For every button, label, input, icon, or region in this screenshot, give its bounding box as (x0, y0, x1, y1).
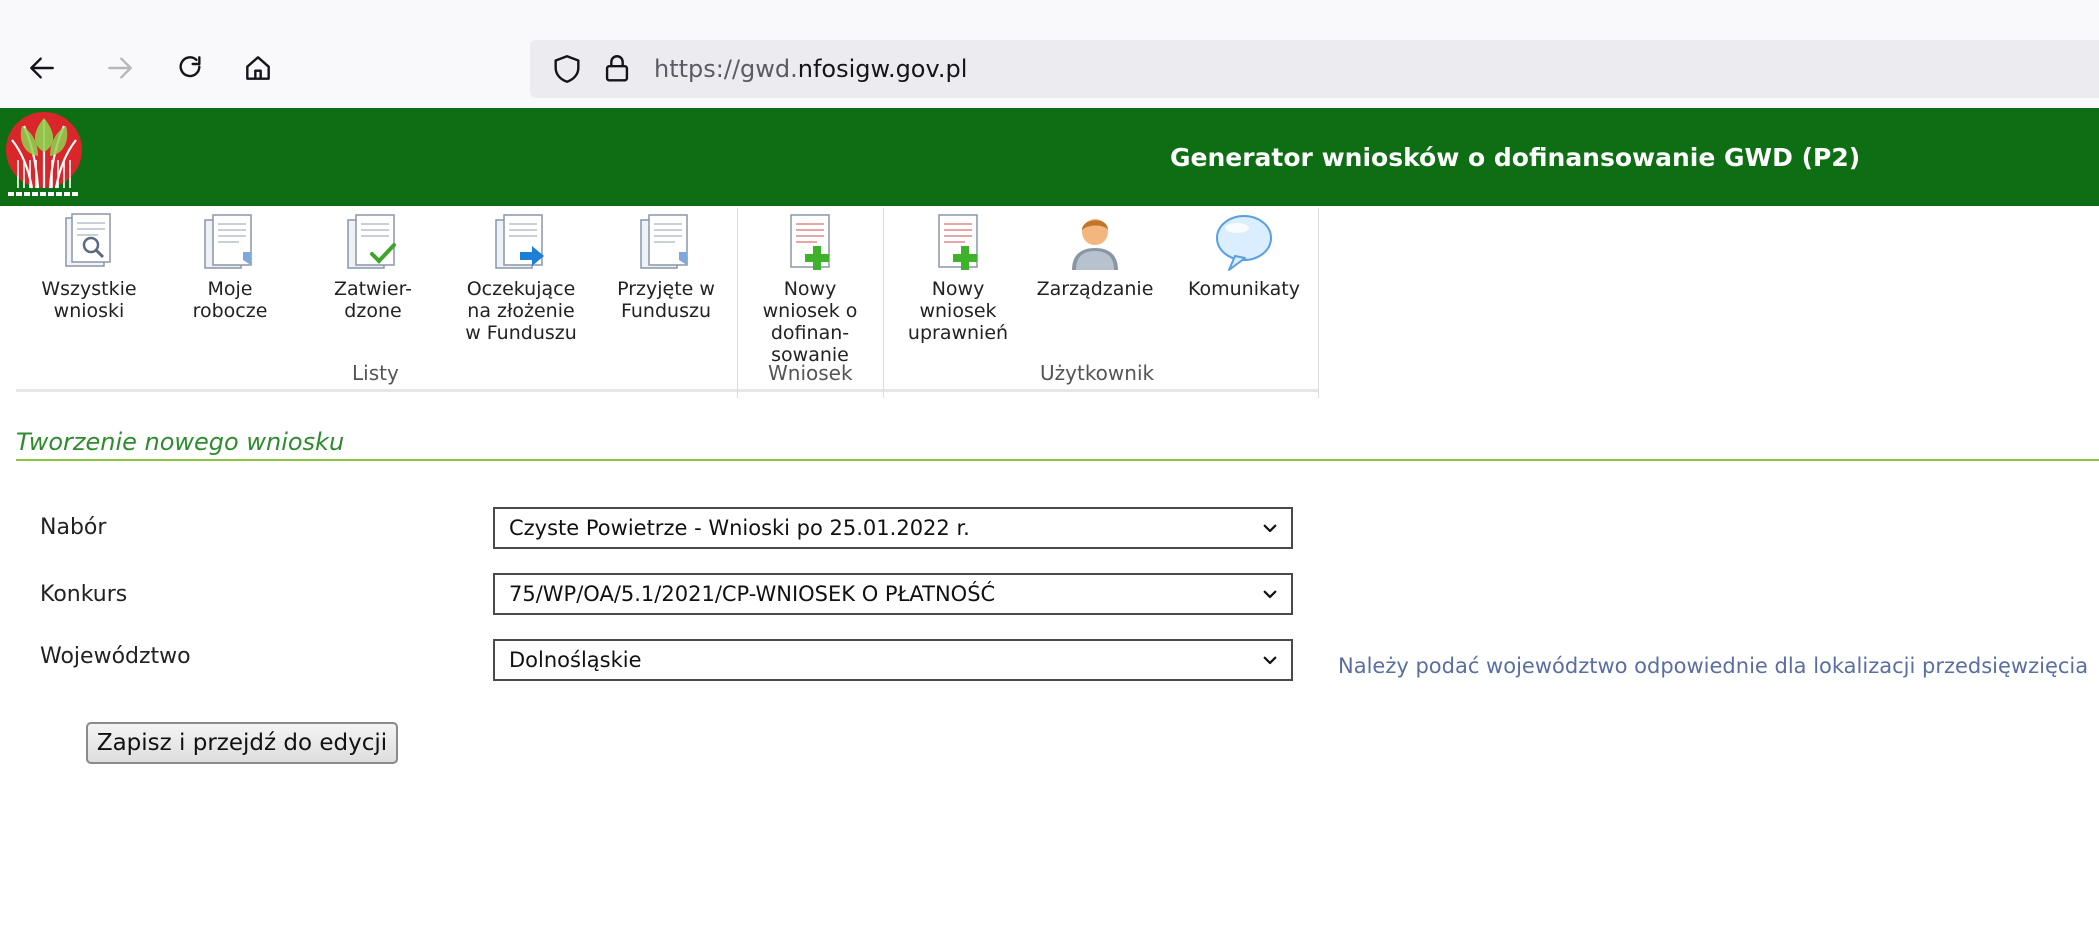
ribbon-group-label: Użytkownik (1040, 361, 1155, 385)
document-check-icon (347, 214, 396, 269)
document-stack-icon (640, 214, 688, 269)
app-title: Generator wniosków o dofinansowanie GWD … (1170, 143, 1861, 172)
lock-icon[interactable] (600, 52, 634, 86)
ribbon-item-wszystkie-wnioski[interactable]: Wszystkie wnioski (32, 212, 146, 322)
url-domain: nfosigw.gov.pl (797, 55, 968, 83)
ribbon-group-separator (883, 208, 884, 398)
ribbon-item-zarzadzanie[interactable]: Zarządzanie (1030, 212, 1160, 300)
document-search-icon (65, 213, 111, 267)
url-subdomain: gwd. (740, 55, 798, 83)
field-label-konkurs: Konkurs (40, 582, 128, 607)
ribbon-item-nowy-wniosek-dofinansowanie[interactable]: Nowy wniosek o dofinan- sowanie (750, 212, 870, 366)
chevron-down-icon (1263, 590, 1277, 599)
ribbon-item-komunikaty[interactable]: Komunikaty (1176, 212, 1312, 300)
ribbon-item-label: Nowy wniosek o dofinan- sowanie (762, 278, 858, 366)
home-icon[interactable] (238, 48, 278, 88)
document-add-icon (938, 214, 978, 270)
reload-icon[interactable] (170, 48, 210, 88)
back-arrow-icon[interactable] (22, 48, 62, 88)
ribbon-item-oczekujace[interactable]: Oczekujące na złożenie w Funduszu (454, 212, 588, 344)
ribbon-item-nowy-wniosek-uprawnien[interactable]: Nowy wniosek uprawnień (899, 212, 1017, 344)
ribbon-item-label: Wszystkie wnioski (41, 278, 137, 322)
field-label-nabor: Nabór (40, 515, 107, 540)
ribbon-group-separator (1318, 208, 1319, 398)
ribbon-item-label: Nowy wniosek uprawnień (907, 278, 1009, 344)
ribbon-item-label: Przyjęte w Funduszu (617, 278, 715, 322)
select-value: 75/WP/OA/5.1/2021/CP-WNIOSEK O PŁATNOŚĆ (509, 582, 996, 606)
document-stack-icon (204, 214, 252, 269)
shield-icon[interactable] (550, 52, 584, 86)
ribbon-item-label: Oczekujące na złożenie w Funduszu (465, 278, 577, 344)
ribbon-item-label: Komunikaty (1187, 278, 1300, 300)
ribbon-item-label: Zarządzanie (1036, 278, 1154, 300)
chevron-down-icon (1263, 656, 1277, 665)
ribbon-group-label: Wniosek (768, 361, 853, 385)
save-and-edit-button[interactable]: Zapisz i przejdź do edycji (86, 722, 398, 764)
ribbon-item-moje-robocze[interactable]: Moje robocze (180, 212, 280, 322)
section-title: Tworzenie nowego wniosku (16, 428, 345, 456)
select-value: Czyste Powietrze - Wnioski po 25.01.2022… (509, 516, 970, 540)
chevron-down-icon (1263, 524, 1277, 533)
ribbon-item-zatwierdzone[interactable]: Zatwier- dzone (325, 212, 421, 322)
user-icon (1072, 219, 1118, 270)
ribbon-item-przyjete[interactable]: Przyjęte w Funduszu (604, 212, 728, 322)
ribbon-item-label: Zatwier- dzone (333, 278, 413, 322)
field-label-wojewodztwo: Województwo (40, 644, 191, 669)
nabor-select[interactable]: Czyste Powietrze - Wnioski po 25.01.2022… (493, 507, 1293, 549)
forward-arrow-icon[interactable] (100, 48, 140, 88)
url-text[interactable]: https://gwd.nfosigw.gov.pl (654, 55, 967, 83)
wojewodztwo-select[interactable]: Dolnośląskie (493, 639, 1293, 681)
ribbon-group-separator (737, 208, 738, 398)
speech-bubble-icon (1216, 215, 1272, 271)
url-scheme: https:// (654, 55, 741, 83)
ribbon-item-label: Moje robocze (192, 278, 268, 322)
konkurs-select[interactable]: 75/WP/OA/5.1/2021/CP-WNIOSEK O PŁATNOŚĆ (493, 573, 1293, 615)
section-divider (16, 459, 2099, 461)
document-arrow-icon (495, 214, 544, 269)
ribbon-group-label: Listy (352, 361, 399, 385)
select-value: Dolnośląskie (509, 648, 642, 672)
nfosigw-logo-icon (6, 112, 82, 198)
wojewodztwo-hint: Należy podać województwo odpowiednie dla… (1338, 654, 2089, 678)
document-add-icon (790, 214, 830, 270)
ribbon-bottom-border (16, 389, 1318, 392)
